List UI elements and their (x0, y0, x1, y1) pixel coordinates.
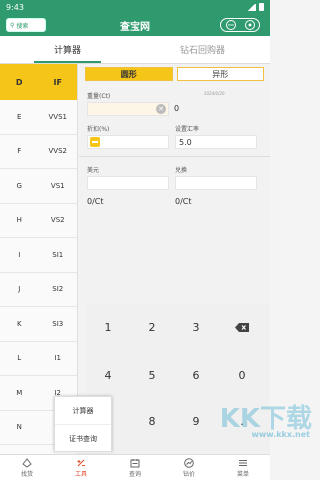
nav-menu[interactable]: 菜单 (216, 455, 270, 480)
shape-fancy-button[interactable]: 异形 (176, 67, 264, 81)
color-grade[interactable]: N (0, 411, 39, 445)
color-grade[interactable]: E (0, 100, 39, 134)
color-grade[interactable]: L (0, 342, 39, 376)
color-grade[interactable]: M (0, 376, 39, 410)
status-icons (247, 3, 264, 11)
clarity-grade[interactable]: VVS2 (39, 135, 78, 169)
signal-icon (247, 3, 256, 11)
clear-icon[interactable]: ✕ (156, 104, 166, 114)
color-grade-header[interactable]: D (0, 64, 39, 100)
convert-per-carat: 0/Ct (175, 197, 192, 206)
grade-row[interactable]: I SI1 (0, 238, 77, 273)
color-grade[interactable]: J (0, 273, 39, 307)
backspace-icon (235, 322, 249, 332)
convert-input[interactable] (175, 176, 257, 190)
clarity-grade[interactable]: VS1 (39, 169, 78, 203)
weight-date: 2024/0/20 (204, 91, 225, 96)
grade-row[interactable]: F VVS2 (0, 135, 78, 169)
discount-checkbox[interactable] (90, 137, 100, 147)
clarity-grade-header[interactable]: IF (39, 64, 78, 100)
clarity-grade[interactable]: I1 (39, 342, 78, 376)
tab-calculator[interactable]: 计算器 (0, 36, 135, 63)
grade-row[interactable]: E VVS1 (0, 100, 77, 135)
usd-per-carat: 0/Ct (87, 197, 104, 206)
rate-input[interactable]: 5.0 (175, 135, 257, 149)
shape-round-button[interactable]: 圆形 (85, 67, 173, 81)
discount-label: 折扣(%) (87, 126, 110, 133)
nav-label: 工具 (74, 470, 87, 478)
usd-label: 美元 (87, 167, 100, 174)
close-icon[interactable] (244, 20, 256, 30)
menu-icon (239, 459, 247, 466)
popup-item-certificate-query[interactable]: 证书查询 (55, 425, 111, 453)
color-grade[interactable]: K (0, 307, 39, 341)
nav-label: 查询 (128, 470, 141, 478)
clarity-grade[interactable]: VVS1 (39, 100, 78, 134)
usd-input[interactable] (87, 176, 169, 190)
divider (79, 156, 270, 157)
clarity-grade[interactable]: SI2 (39, 273, 78, 307)
grade-row[interactable]: J SI2 (0, 273, 78, 307)
tab-diamond-buyback[interactable]: 钻石回购器 (135, 36, 270, 63)
clarity-grade[interactable]: VS2 (39, 204, 78, 238)
color-grade[interactable]: G (0, 169, 39, 203)
price-trend-icon (184, 457, 194, 468)
app-bar: ⚲ 搜索 查宝网 (0, 14, 270, 36)
shape-selector: 圆形 异形 (79, 64, 270, 84)
find-goods-icon (22, 457, 32, 468)
app-menu-capsule[interactable] (220, 18, 260, 32)
key-1[interactable]: 1 (86, 312, 130, 342)
tool-popup-menu: 计算器 证书查询 (54, 396, 112, 453)
color-grade[interactable]: I (0, 238, 39, 272)
grade-row[interactable]: L I1 (0, 342, 78, 376)
tools-icon (77, 459, 85, 466)
nav-label: 钻价 (182, 470, 195, 478)
backspace-key[interactable] (220, 312, 264, 342)
weight-result: 0 (174, 104, 180, 113)
convert-label: 兑换 (175, 167, 188, 174)
key-6[interactable]: 6 (174, 360, 218, 390)
status-bar: 9:43 (0, 0, 270, 14)
watermark-url: www.kkx.net (251, 430, 310, 439)
battery-icon (259, 3, 264, 11)
query-icon (130, 458, 140, 467)
key-2[interactable]: 2 (130, 312, 174, 342)
rate-label: 设置汇率 (175, 126, 200, 133)
nav-tools[interactable]: 工具 (54, 455, 108, 480)
clarity-grade[interactable]: SI1 (39, 238, 78, 272)
color-grade[interactable]: H (0, 204, 39, 238)
bottom-nav: 找货 工具 查询 钻价 菜单 (0, 454, 270, 480)
popup-item-calculator[interactable]: 计算器 (55, 397, 111, 425)
nav-label: 菜单 (236, 470, 249, 478)
key-8[interactable]: 8 (130, 406, 174, 436)
key-5[interactable]: 5 (130, 360, 174, 390)
color-grade[interactable]: F (0, 135, 39, 169)
key-3[interactable]: 3 (174, 312, 218, 342)
grade-header-row[interactable]: D IF (0, 64, 77, 100)
nav-query[interactable]: 查询 (108, 455, 162, 480)
weight-label: 重量(Ct) (87, 93, 111, 100)
nav-find-goods[interactable]: 找货 (0, 455, 54, 480)
key-0[interactable]: 0 (220, 360, 264, 390)
grade-row[interactable]: G VS1 (0, 169, 77, 204)
more-icon[interactable] (225, 20, 237, 30)
nav-diamond-price[interactable]: 钻价 (162, 455, 216, 480)
tab-bar: 计算器 钻石回购器 (0, 36, 270, 64)
status-time: 9:43 (6, 2, 24, 12)
key-4[interactable]: 4 (86, 360, 130, 390)
clarity-grade[interactable]: SI3 (39, 307, 78, 341)
grade-row[interactable]: H VS2 (0, 204, 78, 238)
key-9[interactable]: 9 (174, 406, 218, 436)
nav-label: 找货 (20, 470, 33, 478)
grade-row[interactable]: K SI3 (0, 307, 77, 342)
